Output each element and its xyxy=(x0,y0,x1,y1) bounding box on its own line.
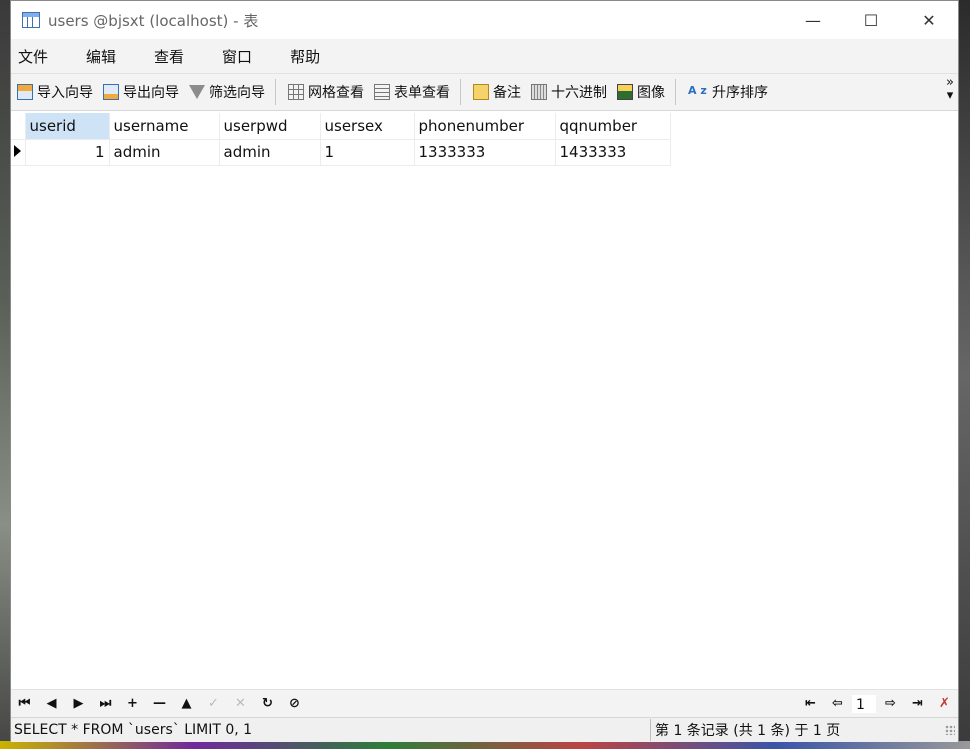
cell-userpwd[interactable]: admin xyxy=(219,139,321,166)
cell-username[interactable]: admin xyxy=(109,139,220,166)
sort-ascending-label: 升序排序 xyxy=(712,85,768,101)
export-icon xyxy=(103,84,119,100)
row-pointer-icon xyxy=(14,145,21,157)
edit-record-button[interactable]: ▲ xyxy=(173,692,200,716)
dropdown-arrow-icon: ▾ xyxy=(946,88,954,103)
header-row: userid username userpwd usersex phonenum… xyxy=(11,113,671,140)
sort-ascending-icon: A z xyxy=(688,84,707,97)
refresh-button[interactable]: ↻ xyxy=(254,692,281,716)
add-record-button[interactable]: + xyxy=(119,692,146,716)
menu-bar: 文件 编辑 查看 窗口 帮助 xyxy=(11,39,958,73)
page-navigator: ⇤ ⇦ 1 ⇨ ⇥ ✗ xyxy=(797,692,958,716)
import-icon xyxy=(17,84,33,100)
column-header-userpwd[interactable]: userpwd xyxy=(219,113,321,140)
hex-icon xyxy=(531,84,547,100)
menu-edit[interactable]: 编辑 xyxy=(79,46,131,67)
import-wizard-button[interactable]: 导入向导 xyxy=(13,77,97,107)
resize-grip-icon[interactable] xyxy=(945,725,955,735)
image-label: 图像 xyxy=(637,85,665,101)
hex-label: 十六进制 xyxy=(551,85,607,101)
window-controls: — ☐ ✕ xyxy=(784,1,958,39)
cell-phonenumber[interactable]: 1333333 xyxy=(414,139,556,166)
record-navigator: ⏮ ◀ ▶ ⏭ + — ▲ ✓ ✕ ↻ ⊘ ⇤ ⇦ 1 ⇨ ⇥ ✗ xyxy=(11,689,958,717)
row-indicator-header xyxy=(11,113,26,140)
menu-help[interactable]: 帮助 xyxy=(283,46,335,67)
column-header-usersex[interactable]: usersex xyxy=(320,113,415,140)
stop-button[interactable]: ⊘ xyxy=(281,692,308,716)
import-wizard-label: 导入向导 xyxy=(37,85,93,101)
form-icon xyxy=(374,84,390,100)
toolbar-separator xyxy=(275,79,276,105)
toolbar-overflow-button[interactable]: » ▾ xyxy=(946,76,954,102)
minimize-button[interactable]: — xyxy=(784,1,842,39)
table-icon xyxy=(22,12,40,28)
desktop-background-right xyxy=(959,0,970,749)
column-header-qqnumber[interactable]: qqnumber xyxy=(555,113,671,140)
next-record-button[interactable]: ▶ xyxy=(65,692,92,716)
current-row-indicator xyxy=(11,139,26,166)
data-grid[interactable]: userid username userpwd usersex phonenum… xyxy=(11,111,958,689)
menu-file[interactable]: 文件 xyxy=(11,46,63,67)
form-view-button[interactable]: 表单查看 xyxy=(370,77,454,107)
form-view-label: 表单查看 xyxy=(394,85,450,101)
last-record-button[interactable]: ⏭ xyxy=(92,692,119,716)
data-table: userid username userpwd usersex phonenum… xyxy=(11,113,671,166)
apply-changes-button[interactable]: ✓ xyxy=(200,692,227,716)
previous-record-button[interactable]: ◀ xyxy=(38,692,65,716)
maximize-button[interactable]: ☐ xyxy=(842,1,900,39)
status-sql-query: SELECT * FROM `users` LIMIT 0, 1 xyxy=(14,722,253,738)
desktop-background-bottom xyxy=(0,741,970,749)
title-bar[interactable]: users @bjsxt (localhost) - 表 — ☐ ✕ xyxy=(11,1,958,39)
table-window: users @bjsxt (localhost) - 表 — ☐ ✕ 文件 编辑… xyxy=(10,0,959,742)
grid-view-label: 网格查看 xyxy=(308,85,364,101)
image-icon xyxy=(617,84,633,100)
filter-wizard-button[interactable]: 筛选向导 xyxy=(185,77,269,107)
last-page-button[interactable]: ⇥ xyxy=(904,692,931,716)
column-header-userid[interactable]: userid xyxy=(25,113,110,140)
delete-record-button[interactable]: — xyxy=(146,692,173,716)
first-page-button[interactable]: ⇤ xyxy=(797,692,824,716)
export-wizard-button[interactable]: 导出向导 xyxy=(99,77,183,107)
memo-label: 备注 xyxy=(493,85,521,101)
desktop-background-left xyxy=(0,0,10,749)
image-button[interactable]: 图像 xyxy=(613,77,669,107)
next-page-button[interactable]: ⇨ xyxy=(877,692,904,716)
grid-icon xyxy=(288,84,304,100)
cell-userid[interactable]: 1 xyxy=(25,139,110,166)
toolbar: 导入向导 导出向导 筛选向导 网格查看 表单查看 备注 十六进制 图像 A z … xyxy=(11,73,958,111)
sort-ascending-button[interactable]: A z 升序排序 xyxy=(684,77,772,107)
menu-view[interactable]: 查看 xyxy=(147,46,199,67)
hex-button[interactable]: 十六进制 xyxy=(527,77,611,107)
page-number-input[interactable]: 1 xyxy=(851,693,877,714)
previous-page-button[interactable]: ⇦ xyxy=(824,692,851,716)
filter-icon xyxy=(189,85,205,99)
discard-changes-button[interactable]: ✕ xyxy=(227,692,254,716)
window-title: users @bjsxt (localhost) - 表 xyxy=(48,11,259,30)
export-wizard-label: 导出向导 xyxy=(123,85,179,101)
grid-view-button[interactable]: 网格查看 xyxy=(284,77,368,107)
filter-wizard-label: 筛选向导 xyxy=(209,85,265,101)
toolbar-separator xyxy=(675,79,676,105)
page-settings-icon[interactable]: ✗ xyxy=(931,692,958,716)
cell-usersex[interactable]: 1 xyxy=(320,139,415,166)
column-header-username[interactable]: username xyxy=(109,113,220,140)
memo-icon xyxy=(473,84,489,100)
status-record-info: 第 1 条记录 (共 1 条) 于 1 页 xyxy=(655,723,841,739)
toolbar-separator xyxy=(460,79,461,105)
memo-button[interactable]: 备注 xyxy=(469,77,525,107)
first-record-button[interactable]: ⏮ xyxy=(11,692,38,716)
close-button[interactable]: ✕ xyxy=(900,1,958,39)
cell-qqnumber[interactable]: 1433333 xyxy=(555,139,671,166)
status-bar: SELECT * FROM `users` LIMIT 0, 1 第 1 条记录… xyxy=(11,717,958,742)
column-header-phonenumber[interactable]: phonenumber xyxy=(414,113,556,140)
menu-window[interactable]: 窗口 xyxy=(215,46,267,67)
table-row[interactable]: 1 admin admin 1 1333333 1433333 xyxy=(11,139,671,166)
